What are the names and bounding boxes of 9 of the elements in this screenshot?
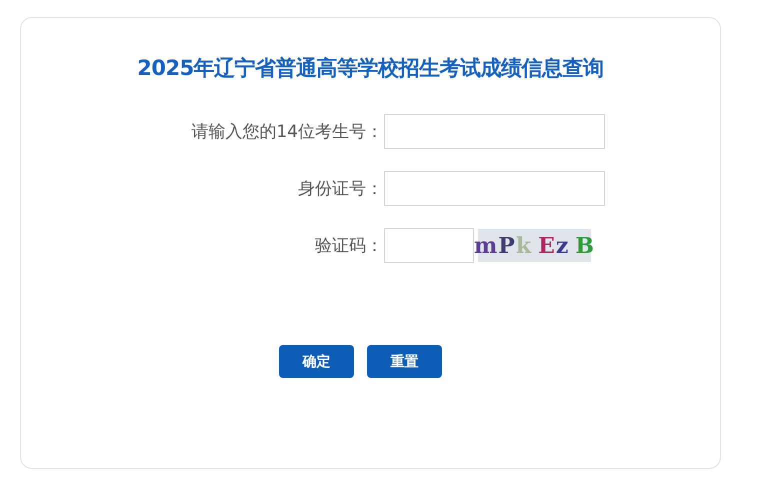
field-label: 验证码：: [314, 235, 383, 257]
confirm-button[interactable]: 确定: [279, 345, 354, 378]
input-field[interactable]: [384, 114, 605, 149]
reset-button[interactable]: 重置: [367, 345, 442, 378]
field-label: 身份证号：: [297, 178, 383, 200]
page-title: 2025年辽宁省普通高等学校招生考试成绩信息查询: [137, 55, 604, 82]
captcha-field[interactable]: [384, 228, 474, 263]
input-field[interactable]: [384, 171, 605, 206]
field-label: 请输入您的14位考生号：: [190, 121, 383, 143]
